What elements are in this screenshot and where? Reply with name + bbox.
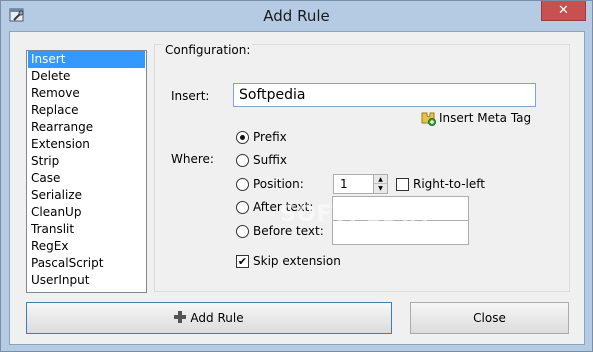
prefix-radio[interactable]	[236, 130, 249, 144]
close-button[interactable]: Close	[410, 302, 569, 334]
configuration-group: Configuration:	[154, 43, 570, 292]
suffix-radio[interactable]	[236, 153, 249, 167]
insert-text-input[interactable]: Softpedia	[233, 83, 536, 107]
insert-label: Insert:	[171, 89, 210, 103]
spinner-buttons: ▲ ▼	[373, 175, 387, 193]
list-item-translit[interactable]: Translit	[28, 221, 145, 238]
skip-extension-label: Skip extension	[253, 254, 341, 268]
list-item-cleanup[interactable]: CleanUp	[28, 204, 145, 221]
list-item-remove[interactable]: Remove	[28, 85, 145, 102]
position-option[interactable]: Position:	[236, 177, 304, 191]
before-text-input[interactable]	[332, 220, 469, 245]
position-value: 1	[340, 177, 348, 191]
after-text-radio[interactable]	[236, 200, 249, 214]
list-item-serialize[interactable]: Serialize	[28, 187, 145, 204]
rule-type-list[interactable]: Insert Delete Remove Replace Rearrange E…	[26, 50, 147, 293]
prefix-label: Prefix	[253, 130, 287, 144]
meta-tag-icon	[421, 112, 436, 126]
insert-meta-tag-label: Insert Meta Tag	[439, 111, 532, 125]
before-text-radio[interactable]	[236, 224, 249, 238]
list-item-insert[interactable]: Insert	[28, 51, 145, 68]
after-text-input[interactable]	[332, 196, 469, 221]
position-radio[interactable]	[236, 177, 249, 191]
before-text-label: Before text:	[253, 224, 324, 238]
list-item-userinput[interactable]: UserInput	[28, 272, 145, 289]
list-item-extension[interactable]: Extension	[28, 136, 145, 153]
list-item-case[interactable]: Case	[28, 170, 145, 187]
position-label: Position:	[253, 177, 304, 191]
list-item-replace[interactable]: Replace	[28, 102, 145, 119]
window-title: Add Rule	[263, 7, 330, 25]
dialog-client-area: Insert Delete Remove Replace Rearrange E…	[9, 31, 585, 345]
position-spinner[interactable]: 1 ▲ ▼	[333, 174, 388, 194]
after-text-option[interactable]: After text:	[236, 200, 313, 214]
add-rule-label: Add Rule	[190, 311, 244, 325]
skip-extension-checkbox[interactable]: ✔	[236, 254, 249, 268]
spin-down-arrow-icon[interactable]: ▼	[374, 184, 387, 193]
prefix-option[interactable]: Prefix	[236, 130, 287, 144]
right-to-left-checkbox[interactable]	[396, 177, 409, 191]
skip-extension-option[interactable]: ✔ Skip extension	[236, 254, 341, 268]
plus-icon	[174, 311, 187, 323]
right-to-left-label: Right-to-left	[413, 177, 485, 191]
list-item-delete[interactable]: Delete	[28, 68, 145, 85]
list-item-rearrange[interactable]: Rearrange	[28, 119, 145, 136]
spin-up-arrow-icon[interactable]: ▲	[374, 175, 387, 184]
right-to-left-option[interactable]: Right-to-left	[396, 177, 485, 191]
title-bar[interactable]: Add Rule ✕	[1, 1, 592, 31]
before-text-option[interactable]: Before text:	[236, 224, 324, 238]
configuration-caption: Configuration:	[163, 43, 253, 57]
add-rule-button[interactable]: Add Rule	[26, 302, 392, 334]
list-item-regex[interactable]: RegEx	[28, 238, 145, 255]
list-item-strip[interactable]: Strip	[28, 153, 145, 170]
suffix-option[interactable]: Suffix	[236, 153, 287, 167]
where-label: Where:	[171, 152, 214, 166]
suffix-label: Suffix	[253, 153, 287, 167]
add-rule-dialog: Add Rule ✕ Insert Delete Remove Replace …	[0, 0, 593, 352]
after-text-label: After text:	[253, 200, 314, 214]
insert-meta-tag-link[interactable]: Insert Meta Tag	[420, 110, 531, 126]
window-close-button[interactable]: ✕	[541, 1, 586, 21]
list-item-pascalscript[interactable]: PascalScript	[28, 255, 145, 272]
